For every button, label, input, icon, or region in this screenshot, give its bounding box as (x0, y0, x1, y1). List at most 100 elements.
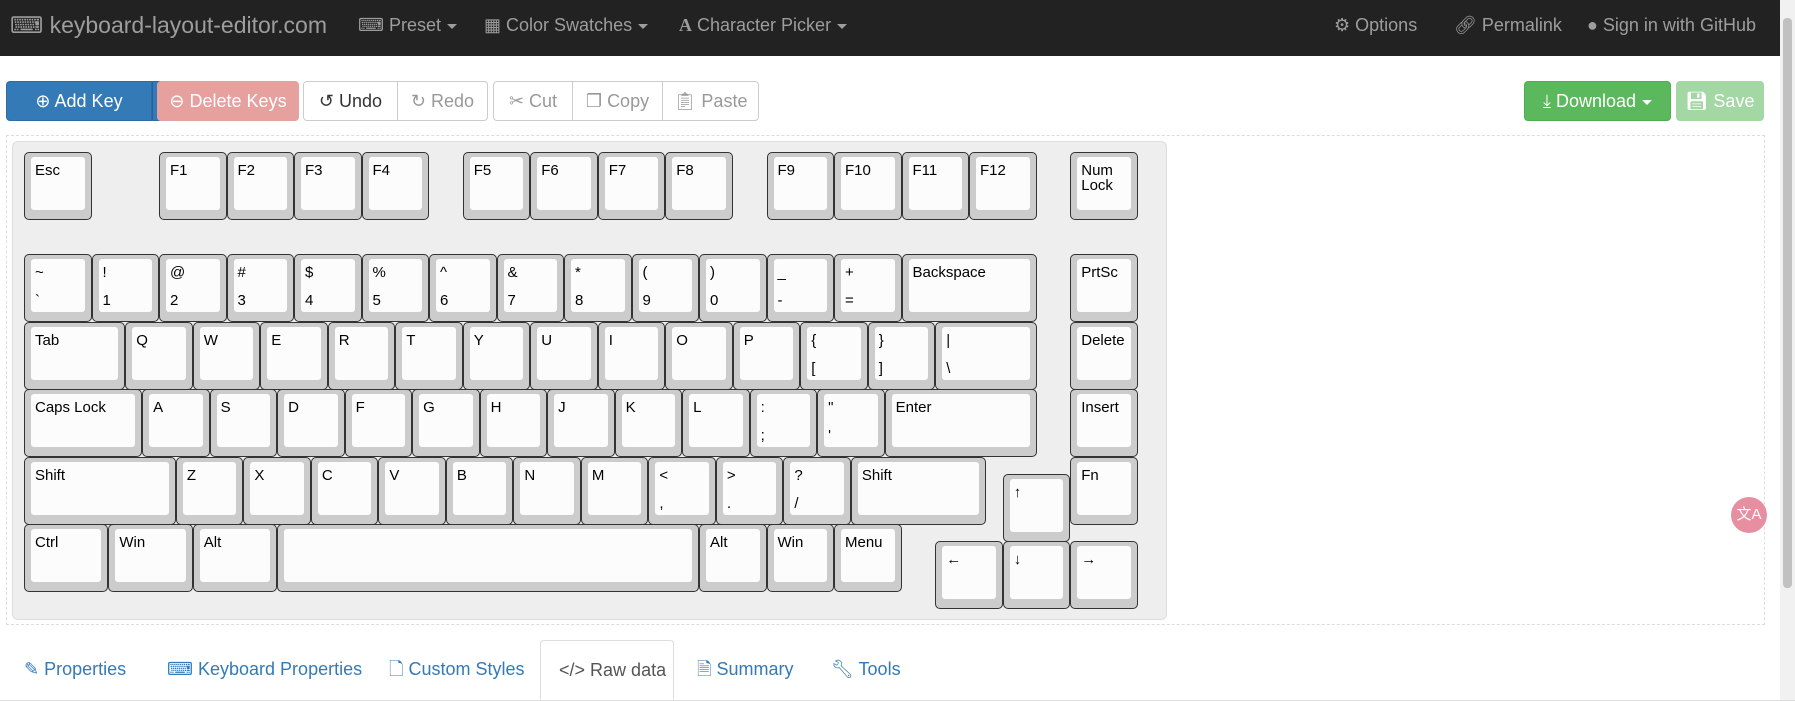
add-key-button[interactable]: ⊕ Add Key (6, 81, 152, 121)
key[interactable]: I (597, 322, 666, 390)
key[interactable]: #3 (226, 254, 294, 322)
key[interactable]: Caps Lock (24, 389, 143, 457)
key[interactable]: F12 (969, 152, 1037, 220)
translate-float-button[interactable]: 文A (1731, 497, 1767, 533)
key[interactable]: _ - (766, 254, 834, 322)
options-link[interactable]: ⚙ Options (1334, 0, 1417, 50)
key[interactable]: ← (935, 541, 1003, 609)
tab-summary[interactable]: 🗎︎ Summary (697, 640, 794, 698)
key[interactable]: :; (749, 389, 818, 457)
github-signin-link[interactable]: ● Sign in with GitHub (1587, 0, 1756, 50)
brand-link[interactable]: ⌨ keyboard-layout-editor.com (10, 0, 327, 50)
key[interactable]: F9 (766, 152, 834, 220)
key[interactable]: & 7 (496, 254, 564, 322)
key[interactable]: W (192, 322, 261, 390)
key[interactable]: F11 (901, 152, 969, 220)
key[interactable]: E (260, 322, 328, 390)
key[interactable]: Fn (1070, 457, 1138, 525)
key[interactable]: Alt (192, 524, 278, 592)
key[interactable]: >. (715, 457, 784, 525)
scrollbar-thumb[interactable] (1783, 18, 1792, 588)
key[interactable]: G (412, 389, 480, 457)
key[interactable]: R (327, 322, 396, 390)
key[interactable]: U (530, 322, 598, 390)
key[interactable]: F3 (294, 152, 362, 220)
key[interactable]: Win (108, 524, 193, 592)
key[interactable]: N (513, 457, 581, 525)
key[interactable]: Enter (884, 389, 1037, 457)
key[interactable]: L (682, 389, 750, 457)
key[interactable]: K (614, 389, 683, 457)
key[interactable]: Esc (24, 152, 92, 220)
key[interactable]: V (378, 457, 446, 525)
key[interactable]: Menu (834, 524, 902, 592)
key[interactable]: ) 0 (699, 254, 767, 322)
key[interactable]: Alt (699, 524, 767, 592)
tab-tools[interactable]: 🔧︎ Tools (831, 640, 901, 698)
key[interactable]: P (732, 322, 801, 390)
key[interactable]: Shift (850, 457, 986, 525)
key[interactable]: | \ (935, 322, 1037, 390)
key[interactable]: Tab (24, 322, 126, 390)
key[interactable]: <, (648, 457, 716, 525)
key[interactable]: Win (766, 524, 834, 592)
download-button[interactable]: ⤓ Download (1524, 81, 1671, 121)
key[interactable]: D (277, 389, 345, 457)
copy-button[interactable]: ❐ Copy (572, 81, 663, 121)
key[interactable]: Q (125, 322, 193, 390)
key[interactable]: F (344, 389, 413, 457)
key[interactable]: @2 (159, 254, 227, 322)
key[interactable]: B (445, 457, 514, 525)
paste-button[interactable]: 📋︎ Paste (662, 81, 759, 121)
tab-custom-styles[interactable]: 🗋︎ Custom Styles (389, 640, 525, 698)
key[interactable]: T (395, 322, 463, 390)
key[interactable]: H (479, 389, 548, 457)
tab-keyboard-properties[interactable]: ⌨ Keyboard Properties (167, 640, 362, 698)
key[interactable]: Shift (24, 457, 176, 525)
page-scrollbar[interactable] (1780, 0, 1795, 700)
key[interactable]: C (310, 457, 379, 525)
key[interactable]: F10 (834, 152, 902, 220)
key[interactable]: ! 1 (91, 254, 159, 322)
key[interactable]: + = (834, 254, 902, 322)
menu-preset[interactable]: ⌨ Preset (358, 0, 458, 50)
key[interactable]: Num Lock (1070, 152, 1138, 220)
key[interactable]: Ctrl (24, 524, 109, 592)
key[interactable]: A (142, 389, 210, 457)
key[interactable]: (9 (631, 254, 699, 322)
key[interactable]: F6 (530, 152, 598, 220)
key[interactable]: $4 (294, 254, 362, 322)
key[interactable]: F5 (462, 152, 531, 220)
key[interactable]: {[ (800, 322, 868, 390)
key[interactable]: % 5 (361, 254, 429, 322)
key[interactable]: ↑ (1002, 474, 1071, 542)
key[interactable]: Backspace (901, 254, 1037, 322)
key[interactable]: " ' (817, 389, 885, 457)
undo-button[interactable]: ↺ Undo (303, 81, 398, 121)
key[interactable]: M (580, 457, 649, 525)
key[interactable]: J (547, 389, 615, 457)
tab-raw-data[interactable]: </> Raw data (540, 640, 674, 700)
menu-color-swatches[interactable]: ▦ Color Swatches (484, 0, 649, 50)
key[interactable]: X (243, 457, 311, 525)
key[interactable]: ? / (783, 457, 851, 525)
key[interactable]: Insert (1070, 389, 1138, 457)
key[interactable]: S (209, 389, 278, 457)
menu-character-picker[interactable]: A Character Picker (679, 0, 848, 50)
key[interactable]: ~ ` (24, 254, 92, 322)
redo-button[interactable]: ↻ Redo (397, 81, 488, 121)
key[interactable]: ↓ (1002, 541, 1071, 609)
cut-button[interactable]: ✂ Cut (493, 81, 573, 121)
key[interactable]: F2 (226, 152, 294, 220)
key[interactable]: F4 (361, 152, 429, 220)
key[interactable]: → (1070, 541, 1138, 609)
key[interactable]: F1 (159, 152, 227, 220)
key[interactable]: F8 (665, 152, 733, 220)
key[interactable]: }] (867, 322, 936, 390)
key[interactable]: Delete (1070, 322, 1138, 390)
key[interactable] (277, 524, 699, 592)
key[interactable]: * 8 (564, 254, 632, 322)
save-button[interactable]: 💾︎ Save (1676, 81, 1764, 121)
key[interactable]: PrtSc (1070, 254, 1138, 322)
delete-keys-button[interactable]: ⊖ Delete Keys (157, 81, 299, 121)
